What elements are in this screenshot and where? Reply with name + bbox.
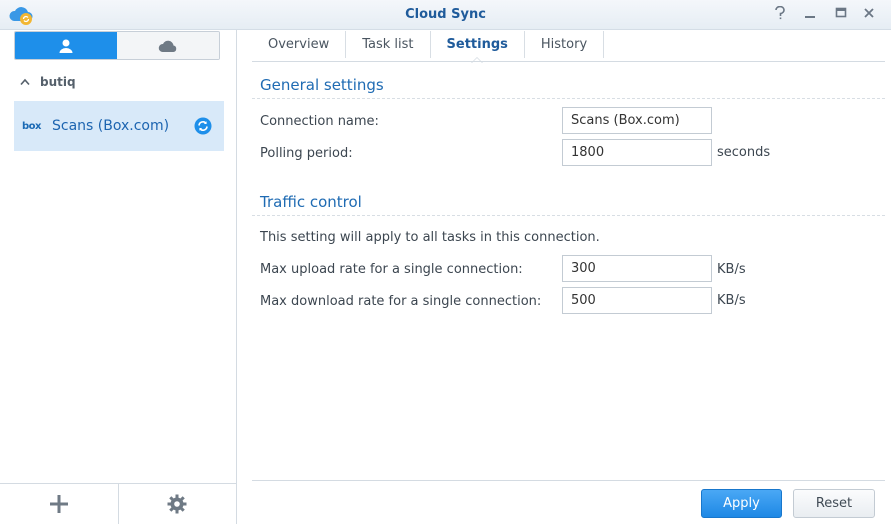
tab-history[interactable]: History [525, 31, 605, 58]
upload-rate-input[interactable] [562, 255, 712, 282]
upload-rate-unit: KB/s [717, 262, 746, 277]
user-group-header[interactable]: butiq [20, 75, 76, 89]
tab-bar: Overview Task list Settings History [252, 30, 605, 63]
sidebar-footer [0, 483, 236, 524]
sidebar: butiq box Scans (Box.com) [0, 30, 237, 524]
download-rate-input[interactable] [562, 287, 712, 314]
polling-unit: seconds [717, 145, 771, 160]
plus-icon [49, 495, 68, 513]
add-connection-button[interactable] [0, 484, 119, 524]
download-rate-unit: KB/s [717, 293, 746, 308]
general-settings-title: General settings [260, 76, 384, 94]
cloud-icon [158, 40, 177, 52]
polling-period-label: Polling period: [260, 146, 353, 161]
connection-name-input[interactable] [562, 107, 712, 134]
tab-settings-label: Settings [446, 37, 508, 52]
section-divider [252, 98, 885, 99]
polling-period-input[interactable] [562, 139, 712, 166]
tab-task-list[interactable]: Task list [346, 31, 431, 58]
title-bar: Cloud Sync [0, 0, 891, 30]
tab-settings[interactable]: Settings [431, 31, 525, 63]
traffic-note: This setting will apply to all tasks in … [260, 230, 600, 245]
view-toggle [14, 31, 220, 60]
help-icon[interactable] [771, 5, 789, 24]
download-rate-label: Max download rate for a single connectio… [260, 294, 542, 309]
action-bar-divider [252, 480, 885, 481]
cloud-view-button[interactable] [117, 32, 219, 59]
section-divider [252, 215, 885, 216]
user-group-label: butiq [40, 75, 76, 89]
window-title: Cloud Sync [405, 7, 486, 22]
traffic-control-title: Traffic control [260, 193, 362, 211]
user-view-button[interactable] [15, 32, 117, 59]
maximize-icon[interactable] [832, 6, 850, 24]
gear-icon [167, 494, 187, 514]
settings-button[interactable] [119, 484, 237, 524]
active-tab-indicator [471, 57, 484, 63]
upload-rate-label: Max upload rate for a single connection: [260, 262, 523, 277]
apply-button[interactable]: Apply [701, 489, 782, 518]
connection-item[interactable]: box Scans (Box.com) [14, 101, 224, 151]
close-icon[interactable] [860, 6, 878, 24]
svg-text:box: box [22, 121, 42, 131]
tab-overview[interactable]: Overview [252, 31, 347, 58]
tab-divider [252, 61, 885, 62]
user-icon [59, 39, 73, 53]
chevron-up-icon [20, 75, 30, 89]
box-logo: box [22, 119, 44, 134]
connection-name-label: Connection name: [260, 114, 379, 129]
minimize-icon[interactable] [801, 6, 819, 24]
sync-icon [194, 117, 212, 135]
connection-label: Scans (Box.com) [52, 118, 170, 134]
reset-button[interactable]: Reset [793, 489, 875, 518]
